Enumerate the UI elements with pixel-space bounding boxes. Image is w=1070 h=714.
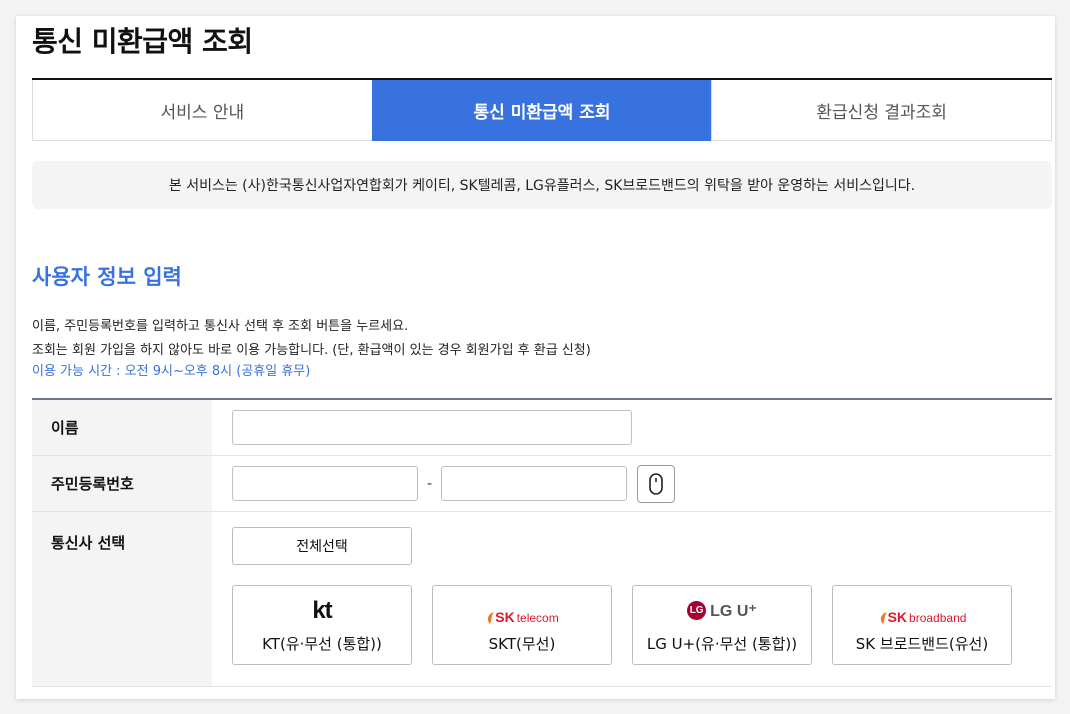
carrier-lgu-button[interactable]: LG LG U⁺ LG U+(유·무선 (통합)) [632, 585, 812, 665]
carrier-lgu-label: LG U+(유·무선 (통합)) [646, 634, 798, 653]
tab-refund-result[interactable]: 환급신청 결과조회 [711, 80, 1053, 141]
page-title: 통신 미환급액 조회 [32, 25, 253, 58]
sk-broadband-logo-icon: SK broadband [878, 597, 966, 625]
sk-telecom-logo-icon: SK telecom [485, 597, 559, 625]
carrier-kt-label: KT(유·무선 (통합)) [262, 634, 382, 653]
rrn-back-input[interactable] [441, 466, 628, 501]
rrn-row: 주민등록번호 - [32, 456, 1052, 512]
instruction-text: 이름, 주민등록번호를 입력하고 통신사 선택 후 조회 버튼을 누르세요. [32, 319, 409, 334]
carrier-skt-button[interactable]: SK telecom SKT(무선) [432, 585, 612, 665]
secure-keypad-button[interactable] [637, 464, 676, 503]
service-notice: 본 서비스는 (사)한국통신사업자연합회가 케이티, SK텔레콤, LG유플러스… [32, 161, 1052, 209]
carrier-list: kt KT(유·무선 (통합)) SK telecom SKT(무선) LG L… [232, 585, 1052, 665]
service-hours: 이용 가능 시간 : 오전 9시~오후 8시 (공휴일 휴무) [32, 364, 311, 379]
main-card: 통신 미환급액 조회 서비스 안내 통신 미환급액 조회 환급신청 결과조회 본… [16, 16, 1055, 699]
carrier-kt-button[interactable]: kt KT(유·무선 (통합)) [232, 585, 412, 665]
select-all-button[interactable]: 전체선택 [232, 527, 412, 565]
tab-bar: 서비스 안내 통신 미환급액 조회 환급신청 결과조회 [32, 78, 1053, 141]
tab-service-info[interactable]: 서비스 안내 [32, 80, 372, 141]
name-label: 이름 [32, 400, 212, 455]
rrn-separator: - [427, 475, 433, 492]
carrier-skb-label: SK 브로드밴드(유선) [855, 634, 989, 653]
mouse-icon [649, 472, 663, 495]
name-input[interactable] [232, 410, 632, 445]
kt-logo-icon: kt [312, 596, 332, 624]
rrn-front-input[interactable] [232, 466, 418, 501]
user-info-form: 이름 주민등록번호 - 통신사 선택 전체선택 kt KT(유·무선 (통합))… [32, 398, 1052, 687]
section-title: 사용자 정보 입력 [32, 265, 182, 289]
rrn-label: 주민등록번호 [32, 456, 212, 511]
carrier-row: 통신사 선택 전체선택 kt KT(유·무선 (통합)) SK telecom … [32, 512, 1052, 687]
lg-uplus-logo-icon: LG LG U⁺ [687, 597, 757, 625]
carrier-skt-label: SKT(무선) [488, 634, 556, 653]
name-row: 이름 [32, 400, 1052, 456]
instruction-note: 조회는 회원 가입을 하지 않아도 바로 이용 가능합니다. (단, 환급액이 … [32, 343, 591, 358]
carrier-label: 통신사 선택 [32, 512, 212, 686]
tab-refund-lookup[interactable]: 통신 미환급액 조회 [371, 80, 712, 141]
carrier-skb-button[interactable]: SK broadband SK 브로드밴드(유선) [832, 585, 1012, 665]
